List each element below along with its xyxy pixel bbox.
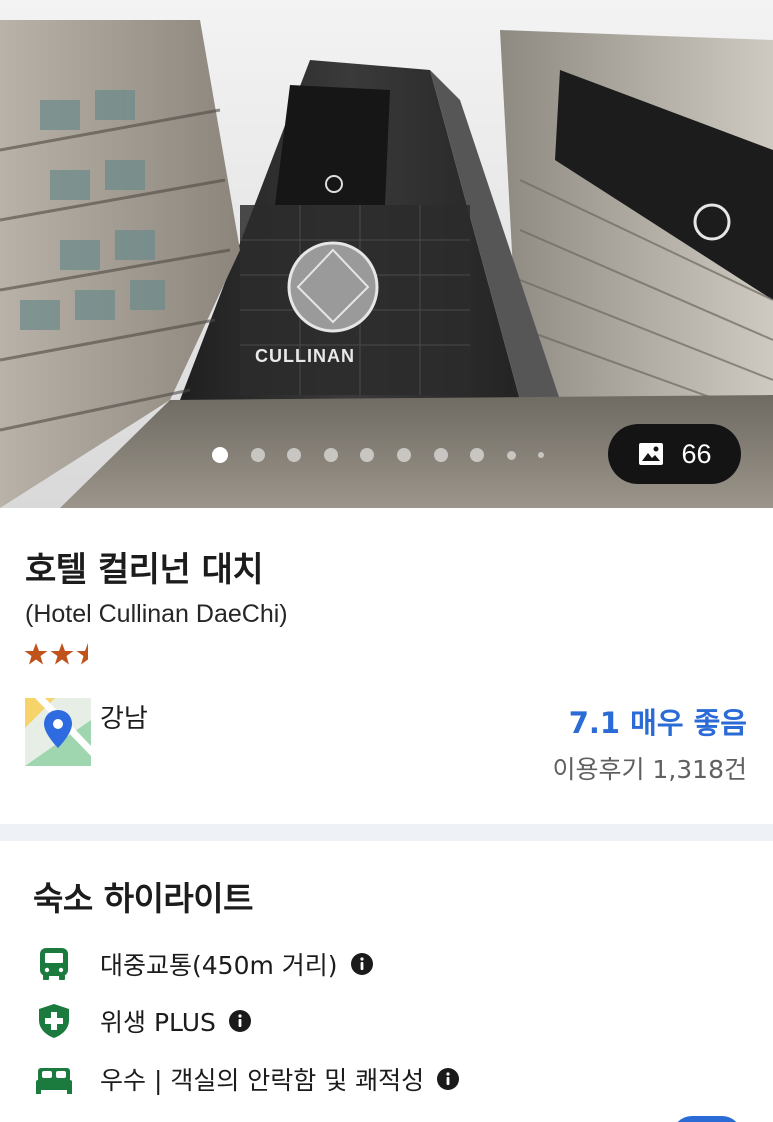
image-icon	[639, 443, 664, 465]
review-count[interactable]: 이용후기 1,318건	[552, 750, 747, 786]
shield-plus-icon	[39, 1004, 69, 1038]
info-icon[interactable]	[436, 1067, 460, 1091]
gallery-dot[interactable]	[396, 448, 411, 462]
hotel-name-english: (Hotel Cullinan DaeChi)	[25, 600, 288, 628]
gallery-dot[interactable]	[360, 448, 375, 462]
star-icon	[50, 643, 74, 665]
info-icon[interactable]	[350, 952, 374, 976]
map-icon[interactable]	[25, 698, 91, 766]
gallery-dot[interactable]	[287, 448, 302, 462]
gallery-dot[interactable]	[433, 448, 448, 462]
gallery-dot[interactable]	[323, 448, 338, 462]
highlight-text: 대중교통(450m 거리)	[100, 951, 338, 980]
bus-icon	[40, 948, 68, 980]
gallery-page-indicator[interactable]	[212, 446, 567, 464]
highlight-item: 우수 | 객실의 안락함 및 쾌적성	[34, 1057, 460, 1101]
highlights-title: 숙소 하이라이트	[33, 879, 254, 918]
hotel-name: 호텔 컬리넌 대치	[25, 550, 264, 590]
gallery-dot[interactable]	[506, 450, 516, 460]
highlight-text: 우수 | 객실의 안락함 및 쾌적성	[100, 1066, 425, 1095]
info-icon[interactable]	[228, 1009, 252, 1033]
highlight-item: 위생 PLUS	[34, 999, 252, 1043]
review-score[interactable]: 7.1 매우 좋음	[569, 700, 747, 742]
hotel-area: 강남	[100, 704, 148, 734]
hotel-photo-gallery[interactable]: CULLINAN 66	[0, 0, 773, 508]
photo-count-button[interactable]: 66	[608, 424, 741, 484]
gallery-dot-active[interactable]	[212, 447, 228, 463]
highlight-text: 위생 PLUS	[100, 1008, 216, 1037]
gallery-dot[interactable]	[470, 448, 485, 462]
star-icon	[24, 643, 48, 665]
floating-action-button[interactable]	[672, 1116, 742, 1122]
hotel-sign-text: CULLINAN	[255, 346, 355, 366]
bed-icon	[36, 1068, 72, 1094]
section-divider	[0, 824, 773, 841]
gallery-dot[interactable]	[250, 448, 265, 462]
highlight-item: 대중교통(450m 거리)	[34, 942, 374, 986]
star-rating	[24, 642, 102, 666]
gallery-dot[interactable]	[538, 452, 545, 458]
photo-count: 66	[681, 438, 712, 469]
half-star-icon	[76, 643, 88, 665]
